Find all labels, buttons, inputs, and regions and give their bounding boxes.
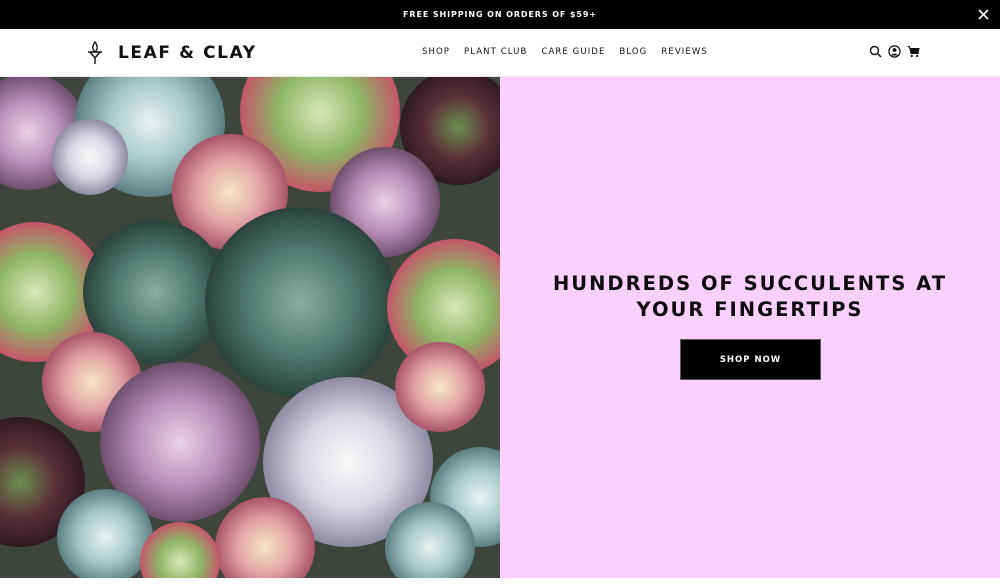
nav-item-plant-club[interactable]: PLANT CLUB [464, 47, 527, 57]
shop-now-button[interactable]: SHOP NOW [680, 339, 821, 380]
shop-now-label: SHOP NOW [719, 354, 782, 365]
main-nav: SHOP PLANT CLUB CARE GUIDE BLOG REVIEWS [422, 47, 708, 57]
site-header: LEAF & CLAY SHOP PLANT CLUB CARE GUIDE B… [0, 29, 1000, 77]
page-bottom-edge [0, 578, 1000, 585]
account-icon[interactable] [888, 45, 901, 58]
nav-item-reviews[interactable]: REVIEWS [661, 47, 707, 57]
brand-logo[interactable]: LEAF & CLAY [86, 41, 257, 65]
header-utilities [869, 45, 920, 58]
hero-image [0, 77, 500, 578]
cart-icon[interactable] [907, 45, 920, 58]
nav-item-care-guide[interactable]: CARE GUIDE [541, 47, 605, 57]
nav-item-blog[interactable]: BLOG [619, 47, 647, 57]
brand-name: LEAF & CLAY [118, 43, 257, 63]
plant-sprout-icon [88, 41, 102, 64]
search-icon[interactable] [869, 45, 882, 58]
hero-panel: HUNDREDS OF SUCCULENTS AT YOUR FINGERTIP… [500, 77, 1000, 578]
hero-headline: HUNDREDS OF SUCCULENTS AT YOUR FINGERTIP… [552, 272, 948, 321]
close-icon[interactable] [977, 8, 990, 21]
announcement-text: FREE SHIPPING ON ORDERS OF $59+ [403, 10, 597, 19]
succulent-arrangement-photo [0, 77, 500, 578]
announcement-bar: FREE SHIPPING ON ORDERS OF $59+ [0, 0, 1000, 29]
nav-item-shop[interactable]: SHOP [422, 47, 450, 57]
